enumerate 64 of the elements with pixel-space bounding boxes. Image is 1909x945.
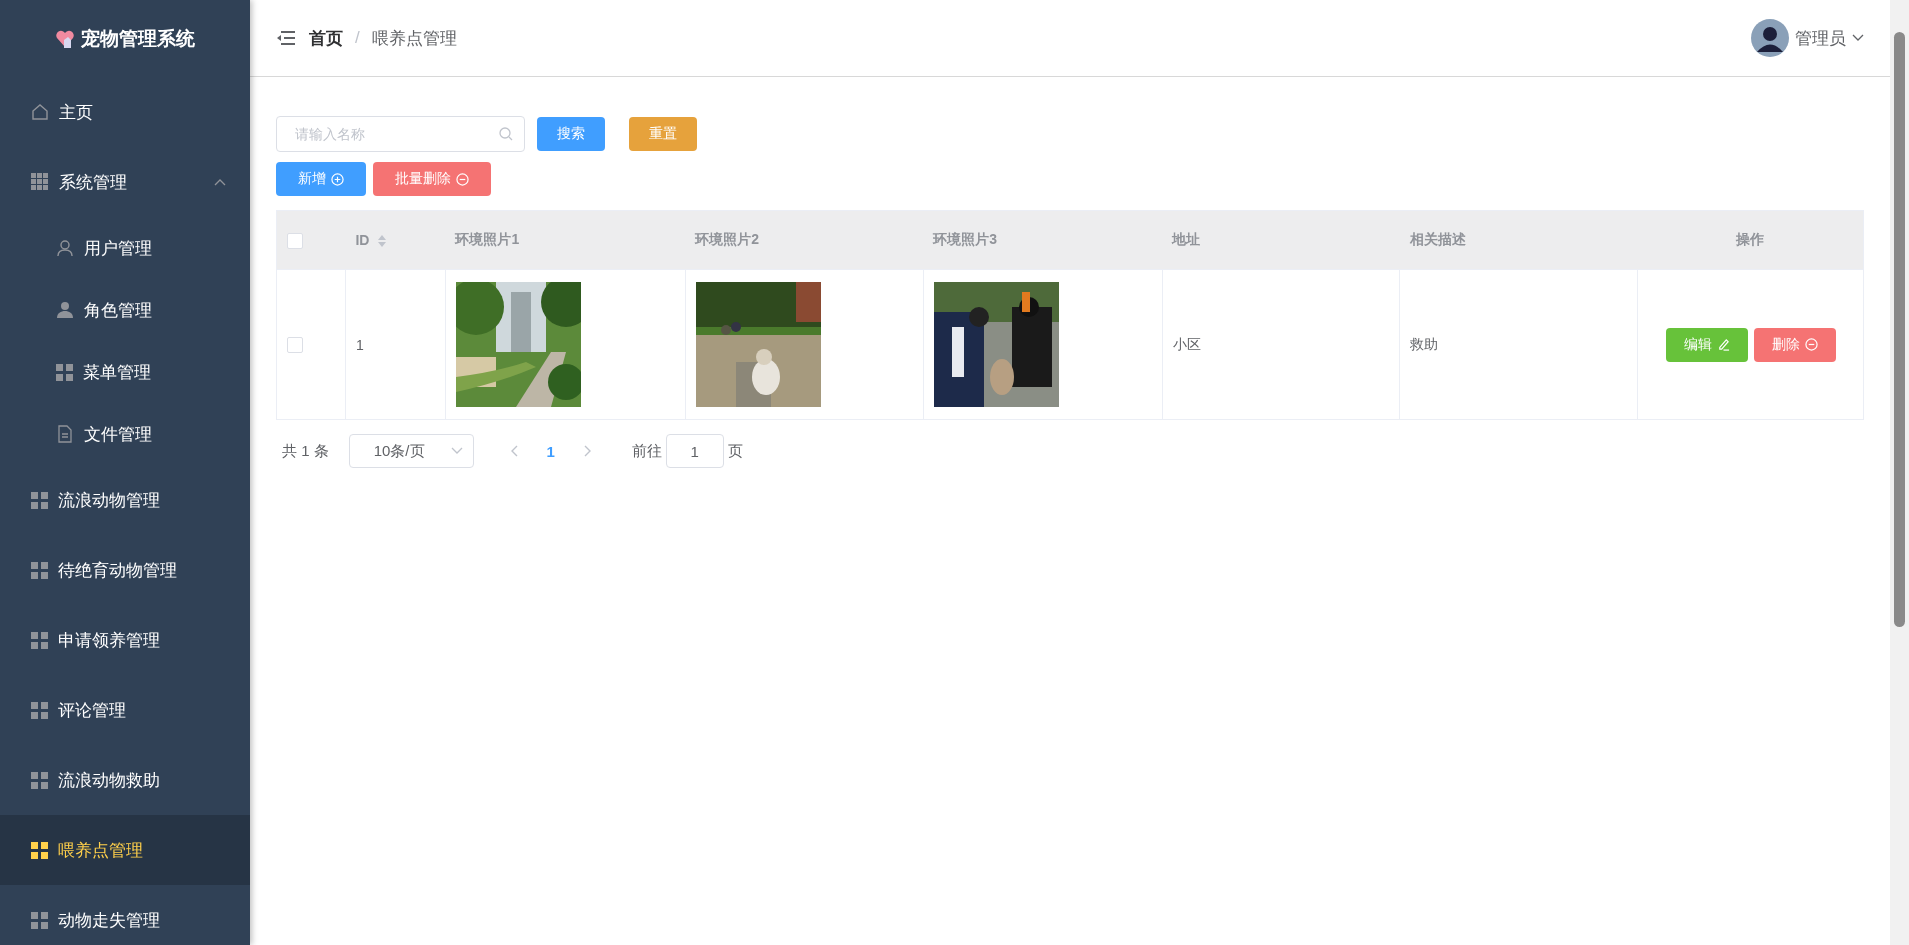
checkbox[interactable] (287, 337, 303, 354)
minus-circle-icon (456, 172, 469, 186)
table-cell: 小区 (1172, 335, 1201, 352)
grid-icon (31, 911, 48, 929)
sidebar-item[interactable]: 主页 (0, 77, 250, 147)
grid-icon (31, 631, 48, 649)
goto-label: 前往 (631, 441, 662, 461)
sort-icon (377, 233, 388, 248)
scrollbar[interactable] (1890, 0, 1909, 945)
plus-circle-icon (331, 172, 344, 186)
chevron-down-icon (1852, 34, 1864, 42)
breadcrumb-item: 喂养点管理 (371, 27, 457, 50)
column-header: 环境照片2 (695, 231, 760, 248)
column-header: 操作 (1736, 231, 1765, 248)
previous-page-icon[interactable] (509, 445, 518, 457)
person-icon (56, 301, 74, 319)
sidebar-item[interactable]: 申请领养管理 (0, 605, 250, 675)
column-header: 环境照片3 (933, 231, 997, 248)
page-suffix: 页 (727, 441, 743, 461)
search-field[interactable]: 请输入名称 (276, 116, 525, 152)
checkbox[interactable] (287, 232, 303, 249)
app-title: 宠物管理系统 (81, 26, 195, 51)
column-header: 地址 (1172, 231, 1200, 248)
grid-icon (31, 561, 48, 579)
user-icon (56, 239, 74, 257)
sidebar-item[interactable]: 动物走失管理 (0, 885, 250, 945)
sidebar-item[interactable]: 系统管理 (0, 147, 250, 217)
home-icon (31, 103, 49, 121)
pencil-icon (1716, 338, 1730, 351)
grid-icon (56, 363, 73, 381)
grid-icon (31, 173, 49, 191)
page-input[interactable]: 1 (665, 434, 724, 468)
chevron-down-icon (450, 447, 463, 455)
page-size-select[interactable]: 10条/页 (348, 434, 474, 468)
column-header: 相关描述 (1409, 231, 1466, 248)
table-cell: 1 (355, 336, 364, 353)
sidebar-item[interactable]: 评论管理 (0, 675, 250, 745)
sidebar-item[interactable]: 用户管理 (0, 217, 250, 279)
breadcrumb-separator: / (355, 28, 360, 48)
document-icon (56, 425, 74, 443)
column-header: 环境照片1 (455, 231, 520, 248)
caret-icon (214, 178, 226, 186)
grid-icon (31, 771, 48, 789)
grid-icon (31, 701, 48, 719)
menu-fold-icon (277, 31, 295, 45)
sidebar-item[interactable]: 角色管理 (0, 279, 250, 341)
heart-logo-icon (55, 28, 75, 49)
avatar-icon (1751, 19, 1789, 57)
grid-icon (31, 491, 48, 509)
search-icon (499, 127, 513, 141)
sidebar-item[interactable]: 喂养点管理 (0, 815, 250, 885)
minus-circle-icon (1804, 338, 1818, 351)
table-cell: 救助 (1410, 335, 1439, 352)
user-menu[interactable]: 管理员 (1751, 19, 1864, 57)
total-count: 共 1 条 (282, 441, 329, 461)
sidebar-item[interactable]: 菜单管理 (0, 341, 250, 403)
sidebar-item[interactable]: 文件管理 (0, 403, 250, 465)
grid-icon (31, 841, 48, 859)
sidebar-item[interactable]: 流浪动物管理 (0, 465, 250, 535)
next-page-icon[interactable] (583, 445, 592, 457)
sidebar-item[interactable]: 流浪动物救助 (0, 745, 250, 815)
column-header: ID (355, 232, 370, 249)
sidebar-item[interactable]: 待绝育动物管理 (0, 535, 250, 605)
breadcrumb-item[interactable]: 首页 (309, 26, 343, 50)
